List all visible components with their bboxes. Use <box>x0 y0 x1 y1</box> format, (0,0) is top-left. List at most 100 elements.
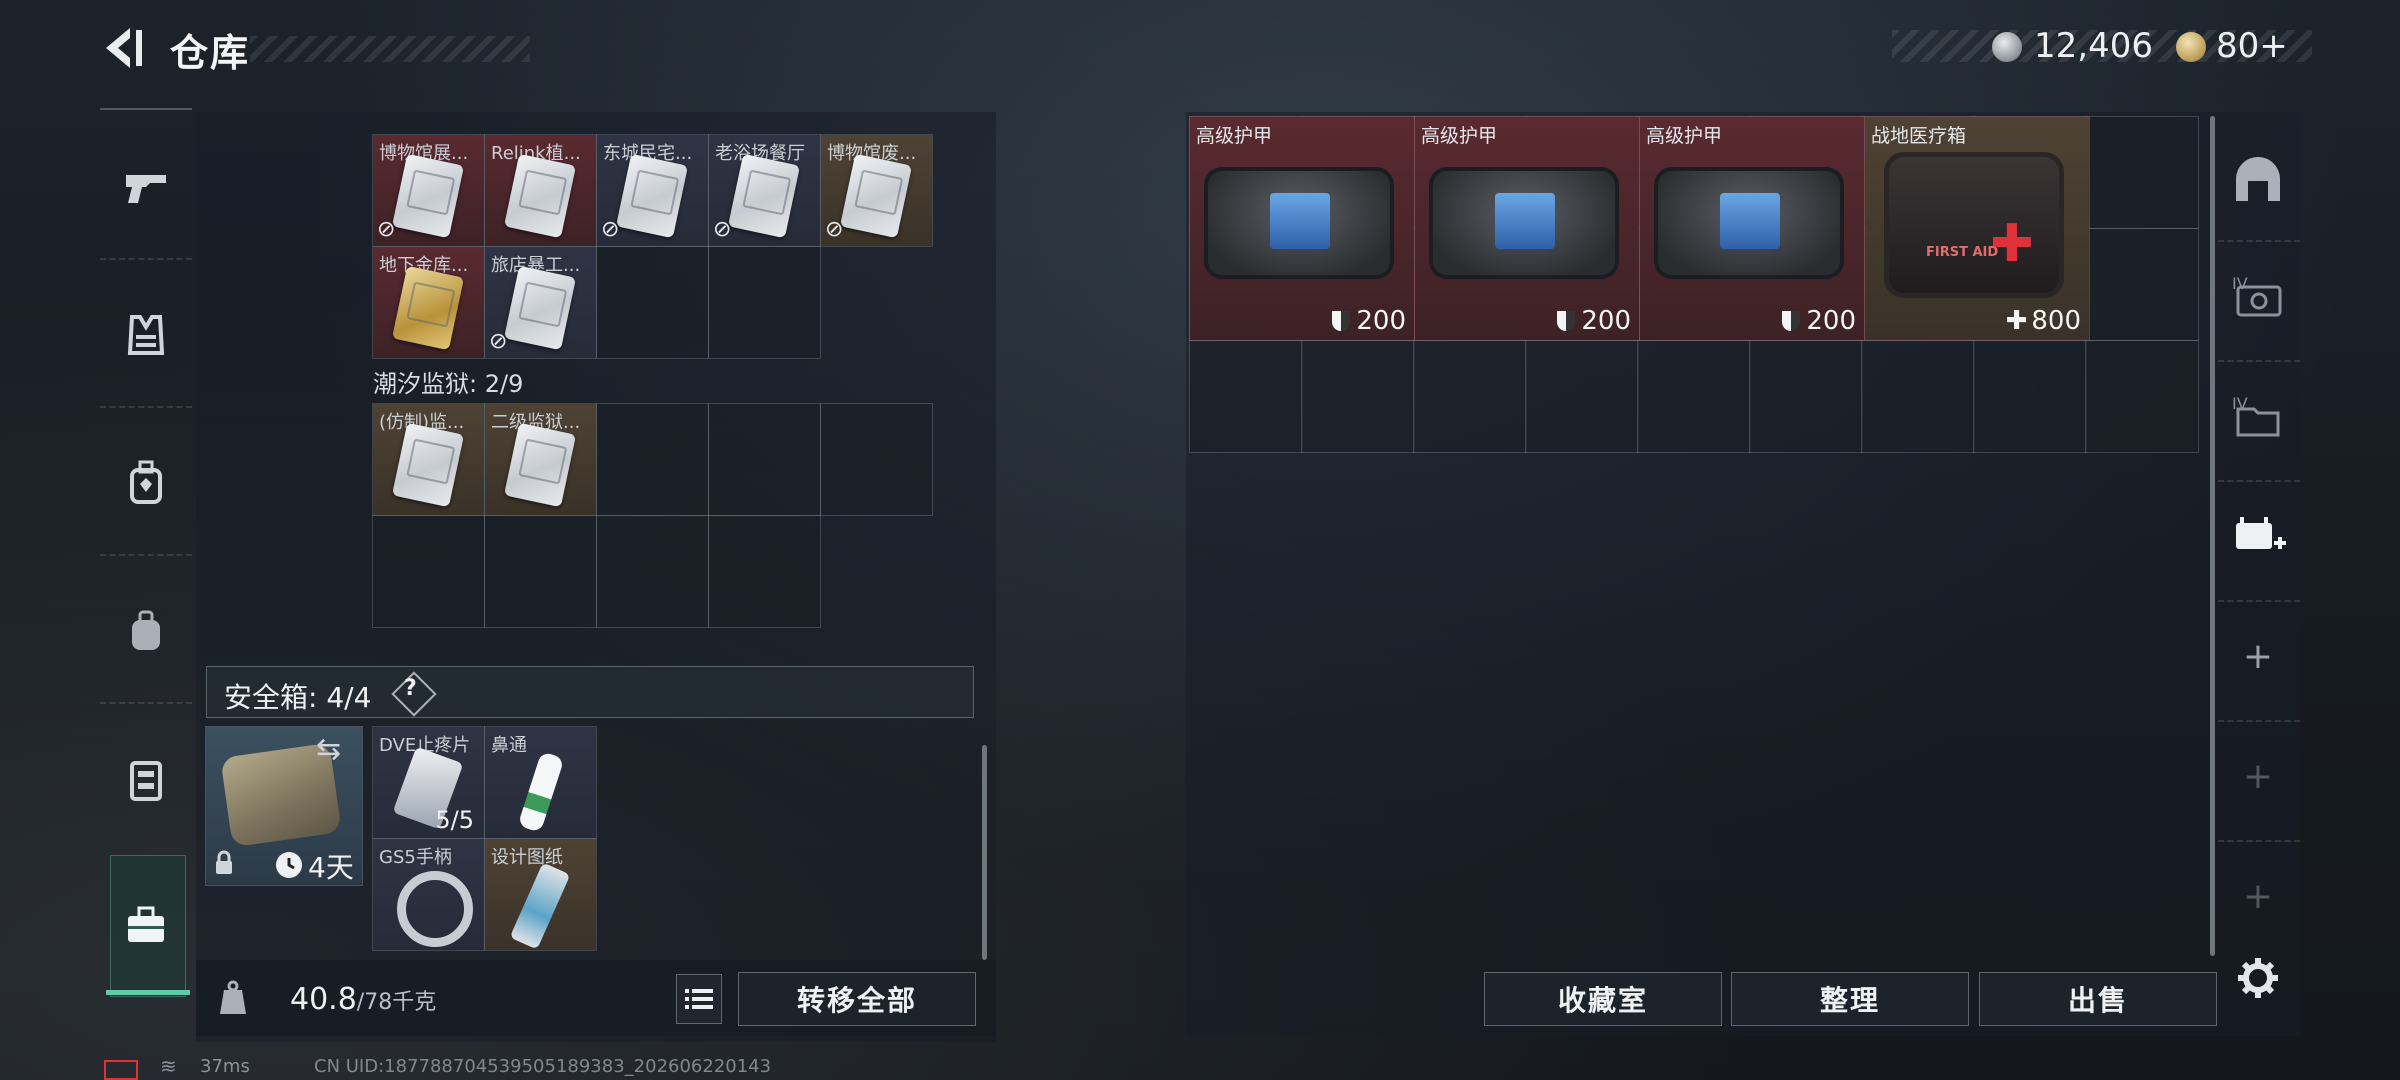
armor-bag-image <box>1204 167 1394 279</box>
stash-slot[interactable] <box>1413 340 1527 453</box>
weight-icon <box>218 980 248 1016</box>
empty-slot[interactable] <box>708 246 821 359</box>
organize-button[interactable]: 整理 <box>1731 972 1969 1026</box>
pistol-icon <box>126 175 166 203</box>
clock-icon <box>276 852 302 878</box>
lock-icon <box>214 850 234 876</box>
left-scrollbar[interactable] <box>982 745 987 960</box>
empty-slot[interactable] <box>820 403 933 516</box>
back-arrow-icon <box>106 28 142 68</box>
key-item[interactable]: Relink植... <box>484 134 597 247</box>
key-item[interactable]: 博物馆废... ⊘ <box>820 134 933 247</box>
key-item[interactable]: 地下金库... <box>372 246 485 359</box>
key-item[interactable]: 东城民宅... ⊘ <box>596 134 709 247</box>
key-item[interactable]: (仿制)监... <box>372 403 485 516</box>
stash-slot[interactable] <box>1301 340 1415 453</box>
safe-box-time-left: 4天 <box>308 851 354 884</box>
unlinked-icon: ⊘ <box>713 217 732 242</box>
add-stash-tab[interactable]: + <box>2228 746 2288 806</box>
page-title: 仓库 <box>170 31 251 75</box>
stash-slot[interactable] <box>2085 116 2199 229</box>
user-uid: CN UID:18778870453950518938​3_2026062201… <box>314 1056 772 1077</box>
briefcase-icon <box>128 906 164 942</box>
ping-readout: 37ms <box>200 1056 250 1077</box>
shield-icon <box>1332 311 1351 331</box>
svg-text:IV: IV <box>2232 274 2248 293</box>
empty-slot[interactable] <box>596 246 709 359</box>
currency-silver-value: 12,406 <box>2034 26 2153 66</box>
stash-item-armor[interactable]: 高级护甲 200 <box>1639 116 1865 341</box>
list-view-button[interactable] <box>676 974 722 1024</box>
key-item[interactable]: 老浴场餐厅 ⊘ <box>708 134 821 247</box>
add-icon: + <box>2242 635 2274 677</box>
vest-icon <box>127 315 165 355</box>
unlinked-icon: ⊘ <box>377 217 396 242</box>
stash-slot[interactable] <box>1973 340 2087 453</box>
stash-item-armor[interactable]: 高级护甲 200 <box>1189 116 1415 341</box>
prison-keys-grid: (仿制)监... 二级监狱... <box>372 403 933 628</box>
arch-icon <box>2236 157 2280 201</box>
stash-slot[interactable] <box>1189 340 1303 453</box>
stash-slot[interactable] <box>1861 340 1975 453</box>
empty-slot[interactable] <box>596 515 709 628</box>
currency-gold-value[interactable]: 80+ <box>2216 26 2288 66</box>
settings-button[interactable] <box>2228 948 2288 1008</box>
empty-slot[interactable] <box>484 515 597 628</box>
stash-item-armor[interactable]: 高级护甲 200 <box>1414 116 1640 341</box>
nav-rig[interactable] <box>100 724 192 834</box>
key-item[interactable]: 二级监狱... <box>484 403 597 516</box>
stash-tab-iv-folder[interactable]: IV <box>2228 386 2288 446</box>
nav-armor[interactable] <box>100 280 192 390</box>
weight-readout: 40.8/78千克 <box>290 982 436 1017</box>
key-item[interactable]: 博物馆展... ⊘ <box>372 134 485 247</box>
gear-icon <box>2238 958 2278 998</box>
empty-slot[interactable] <box>708 515 821 628</box>
collection-room-button[interactable]: 收藏室 <box>1484 972 1722 1026</box>
safe-item[interactable]: GS5手柄 <box>372 838 485 951</box>
medkit-image <box>1884 152 2064 298</box>
add-stash-tab[interactable]: + <box>2228 866 2288 926</box>
safe-box-grid: DVE止疼片 5/5 鼻通 GS5手柄 设计图纸 <box>372 726 597 951</box>
weight-max: /78千克 <box>356 990 437 1015</box>
medkit-label: FIRST AID <box>1926 245 1999 260</box>
battery-icon <box>104 1060 138 1080</box>
nav-active-indicator <box>106 990 190 995</box>
safe-item[interactable]: 鼻通 <box>484 726 597 839</box>
stash-scrollbar[interactable] <box>2210 116 2215 956</box>
iv-folder-icon: IV <box>2232 394 2280 437</box>
swap-icon[interactable]: ⇆ <box>316 732 341 767</box>
nav-chest-rig[interactable] <box>100 428 192 538</box>
stash-slot[interactable] <box>1525 340 1639 453</box>
empty-slot[interactable] <box>708 403 821 516</box>
stash-slot[interactable] <box>2085 340 2199 453</box>
stash-slot[interactable] <box>1637 340 1751 453</box>
iv-case-icon: IV <box>2232 274 2282 317</box>
empty-slot[interactable] <box>596 403 709 516</box>
red-cross-icon: ✚ <box>1990 214 2034 274</box>
nav-backpack[interactable] <box>100 576 192 686</box>
safe-box-label: 安全箱: 4/4 <box>224 681 372 714</box>
nav-weapon[interactable] <box>100 132 192 242</box>
plus-icon: ✚ <box>2005 306 2028 336</box>
safe-item[interactable]: 设计图纸 <box>484 838 597 951</box>
transfer-all-button[interactable]: 转移全部 <box>738 972 976 1026</box>
wifi-icon: ≋ <box>160 1054 177 1078</box>
chest-rig-icon <box>130 761 162 801</box>
title-decoration <box>250 36 530 62</box>
empty-slot[interactable] <box>372 515 485 628</box>
armor-bag-image <box>1429 167 1619 279</box>
safe-item[interactable]: DVE止疼片 5/5 <box>372 726 485 839</box>
stash-slot[interactable] <box>2085 228 2199 341</box>
back-button[interactable] <box>100 24 146 72</box>
stash-slot[interactable] <box>1749 340 1863 453</box>
nav-safe-case[interactable] <box>100 870 192 980</box>
stash-tab-medkit[interactable] <box>2228 506 2288 566</box>
prison-section-title: 潮汐监狱: 2/9 <box>373 370 524 398</box>
unlinked-icon: ⊘ <box>601 217 620 242</box>
add-stash-tab[interactable]: + <box>2228 626 2288 686</box>
stash-tab-arch[interactable] <box>2228 150 2288 210</box>
weight-current: 40.8 <box>290 982 357 1017</box>
stash-tab-iv-case[interactable]: IV <box>2228 266 2288 326</box>
sell-button[interactable]: 出售 <box>1979 972 2217 1026</box>
key-item[interactable]: 旅店暴工... ⊘ <box>484 246 597 359</box>
